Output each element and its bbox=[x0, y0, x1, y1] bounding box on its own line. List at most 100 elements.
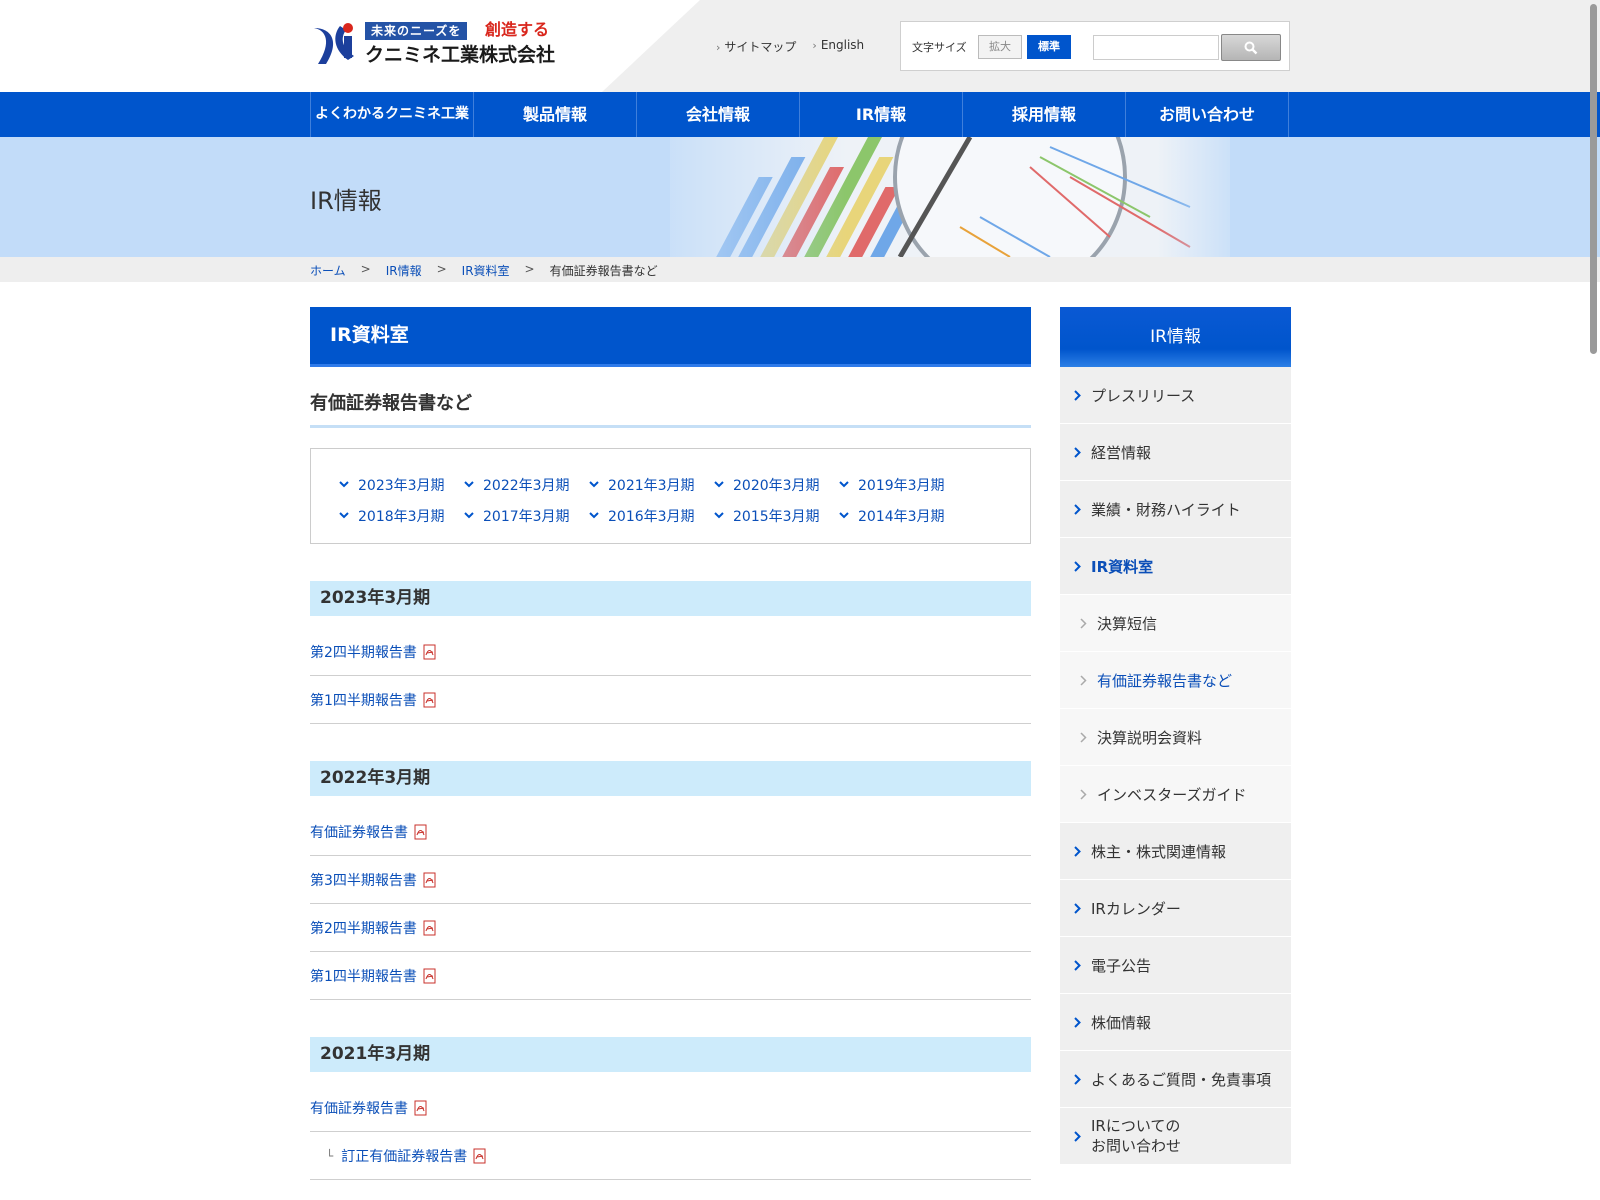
year-link[interactable]: 2021年3月期 bbox=[589, 469, 714, 500]
year-link[interactable]: 2015年3月期 bbox=[714, 500, 839, 531]
gnav-item-products[interactable]: 製品情報 bbox=[474, 92, 637, 137]
chevron-down-icon bbox=[339, 512, 349, 519]
chevron-right-icon bbox=[1074, 503, 1081, 515]
side-item-shareholders[interactable]: 株主・株式関連情報 bbox=[1060, 823, 1291, 880]
side-item-ir-contact[interactable]: IRについての お問い合わせ bbox=[1060, 1108, 1291, 1165]
chevron-right-icon bbox=[1074, 560, 1081, 572]
year-link[interactable]: 2017年3月期 bbox=[464, 500, 589, 531]
chevron-down-icon bbox=[589, 512, 599, 519]
chevron-down-icon bbox=[464, 481, 474, 488]
logo-mark-icon bbox=[314, 23, 354, 64]
gnav-item-about[interactable]: よくわかるクニミネ工業 bbox=[311, 92, 474, 137]
year-link[interactable]: 2016年3月期 bbox=[589, 500, 714, 531]
year-heading-2023: 2023年3月期 bbox=[310, 581, 1031, 616]
chevron-right-icon bbox=[1074, 1016, 1081, 1028]
side-subitem-securities-reports[interactable]: 有価証券報告書など bbox=[1060, 652, 1291, 709]
pdf-icon bbox=[423, 692, 436, 707]
breadcrumb-ir-library[interactable]: IR資料室 bbox=[462, 262, 510, 279]
chevron-right-icon bbox=[1080, 788, 1087, 800]
gnav-item-company[interactable]: 会社情報 bbox=[637, 92, 800, 137]
main-content: IR資料室 有価証券報告書など 2023年3月期 2022年3月期 2021年3… bbox=[310, 307, 1031, 1180]
year-link[interactable]: 2023年3月期 bbox=[339, 469, 464, 500]
logo-company-name: クニミネ工業株式会社 bbox=[365, 44, 556, 66]
breadcrumb-separator: > bbox=[524, 262, 535, 276]
side-nav: IR情報 プレスリリース 経営情報 業績・財務ハイライト IR資料室 決算短信 … bbox=[1060, 307, 1291, 1165]
gnav-item-recruit[interactable]: 採用情報 bbox=[963, 92, 1126, 137]
search-input[interactable] bbox=[1093, 35, 1219, 60]
sub-item-icon: └ bbox=[326, 1148, 334, 1163]
page-banner: IR情報 bbox=[0, 137, 1600, 257]
chevron-right-icon: › bbox=[716, 41, 721, 54]
font-size-large-button[interactable]: 拡大 bbox=[978, 35, 1022, 59]
year-heading-2021: 2021年3月期 bbox=[310, 1037, 1031, 1072]
chevron-down-icon bbox=[589, 481, 599, 488]
year-link[interactable]: 2020年3月期 bbox=[714, 469, 839, 500]
year-link[interactable]: 2022年3月期 bbox=[464, 469, 589, 500]
side-subitem-tanshin[interactable]: 決算短信 bbox=[1060, 595, 1291, 652]
breadcrumb-home[interactable]: ホーム bbox=[310, 262, 346, 279]
breadcrumb-ir[interactable]: IR情報 bbox=[386, 262, 422, 279]
side-subitem-briefing[interactable]: 決算説明会資料 bbox=[1060, 709, 1291, 766]
page-title: 有価証券報告書など bbox=[310, 389, 1031, 428]
side-item-ir-library[interactable]: IR資料室 bbox=[1060, 538, 1291, 595]
site-header: 未来のニーズを 創造する クニミネ工業株式会社 › サイトマップ › English… bbox=[0, 0, 1600, 92]
chevron-right-icon bbox=[1080, 617, 1087, 629]
search-icon bbox=[1244, 41, 1258, 54]
chevron-right-icon bbox=[1080, 731, 1087, 743]
side-item-faq[interactable]: よくあるご質問・免責事項 bbox=[1060, 1051, 1291, 1108]
side-item-press[interactable]: プレスリリース bbox=[1060, 367, 1291, 424]
company-logo[interactable]: 未来のニーズを 創造する クニミネ工業株式会社 bbox=[310, 20, 570, 70]
gnav-item-contact[interactable]: お問い合わせ bbox=[1126, 92, 1289, 137]
side-item-highlights[interactable]: 業績・財務ハイライト bbox=[1060, 481, 1291, 538]
year-jump-links: 2023年3月期 2022年3月期 2021年3月期 2020年3月期 2019… bbox=[310, 448, 1031, 544]
doc-link[interactable]: 第1四半期報告書 bbox=[310, 676, 1031, 724]
breadcrumb: ホーム > IR情報 > IR資料室 > 有価証券報告書など bbox=[0, 257, 1600, 282]
doc-link[interactable]: 第2四半期報告書 bbox=[310, 628, 1031, 676]
year-link[interactable]: 2018年3月期 bbox=[339, 500, 464, 531]
side-subitem-investors-guide[interactable]: インベスターズガイド bbox=[1060, 766, 1291, 823]
search-button[interactable] bbox=[1221, 34, 1281, 61]
doc-link[interactable]: 第2四半期報告書 bbox=[310, 904, 1031, 952]
doc-link[interactable]: 有価証券報告書 bbox=[310, 1084, 1031, 1132]
font-size-standard-button[interactable]: 標準 bbox=[1027, 35, 1071, 59]
chevron-down-icon bbox=[339, 481, 349, 488]
logo-tagline-red: 創造する bbox=[485, 20, 550, 39]
doc-link-sub[interactable]: └ 訂正有価証券報告書 bbox=[310, 1132, 1031, 1180]
logo-tagline: 未来のニーズを bbox=[365, 22, 468, 40]
chevron-down-icon bbox=[464, 512, 474, 519]
year-link[interactable]: 2019年3月期 bbox=[839, 469, 964, 500]
banner-chart-illustration bbox=[630, 137, 1250, 257]
chevron-right-icon bbox=[1074, 1130, 1081, 1142]
chevron-right-icon bbox=[1074, 959, 1081, 971]
sitemap-link[interactable]: › サイトマップ bbox=[716, 38, 796, 55]
font-size-label: 文字サイズ bbox=[912, 41, 967, 54]
scrollbar-thumb[interactable] bbox=[1590, 4, 1597, 354]
year-link[interactable]: 2014年3月期 bbox=[839, 500, 964, 531]
pdf-icon bbox=[423, 968, 436, 983]
gnav-item-ir[interactable]: IR情報 bbox=[800, 92, 963, 137]
year-links-row: 2023年3月期 2022年3月期 2021年3月期 2020年3月期 2019… bbox=[339, 469, 1030, 500]
pdf-icon bbox=[414, 1100, 427, 1115]
doc-link[interactable]: 有価証券報告書 bbox=[310, 808, 1031, 856]
doc-list: 有価証券報告書 └ 訂正有価証券報告書 bbox=[310, 1084, 1031, 1180]
chevron-right-icon bbox=[1074, 1073, 1081, 1085]
global-nav: よくわかるクニミネ工業 製品情報 会社情報 IR情報 採用情報 お問い合わせ bbox=[0, 92, 1600, 137]
doc-link[interactable]: 第3四半期報告書 bbox=[310, 856, 1031, 904]
english-link[interactable]: › English bbox=[812, 38, 864, 55]
doc-link[interactable]: 第1四半期報告書 bbox=[310, 952, 1031, 1000]
side-nav-title: IR情報 bbox=[1060, 307, 1291, 367]
pdf-icon bbox=[473, 1148, 486, 1163]
pdf-icon bbox=[423, 644, 436, 659]
doc-list: 第2四半期報告書 第1四半期報告書 bbox=[310, 628, 1031, 724]
breadcrumb-separator: > bbox=[436, 262, 447, 276]
side-item-ir-calendar[interactable]: IRカレンダー bbox=[1060, 880, 1291, 937]
side-item-management[interactable]: 経営情報 bbox=[1060, 424, 1291, 481]
year-links-row: 2018年3月期 2017年3月期 2016年3月期 2015年3月期 2014… bbox=[339, 500, 1030, 531]
banner-title: IR情報 bbox=[310, 187, 382, 215]
side-item-e-notice[interactable]: 電子公告 bbox=[1060, 937, 1291, 994]
side-item-stock-price[interactable]: 株価情報 bbox=[1060, 994, 1291, 1051]
chevron-down-icon bbox=[839, 481, 849, 488]
utility-links: › サイトマップ › English bbox=[716, 38, 864, 55]
chevron-down-icon bbox=[714, 512, 724, 519]
page-scrollbar[interactable] bbox=[1588, 0, 1600, 1200]
